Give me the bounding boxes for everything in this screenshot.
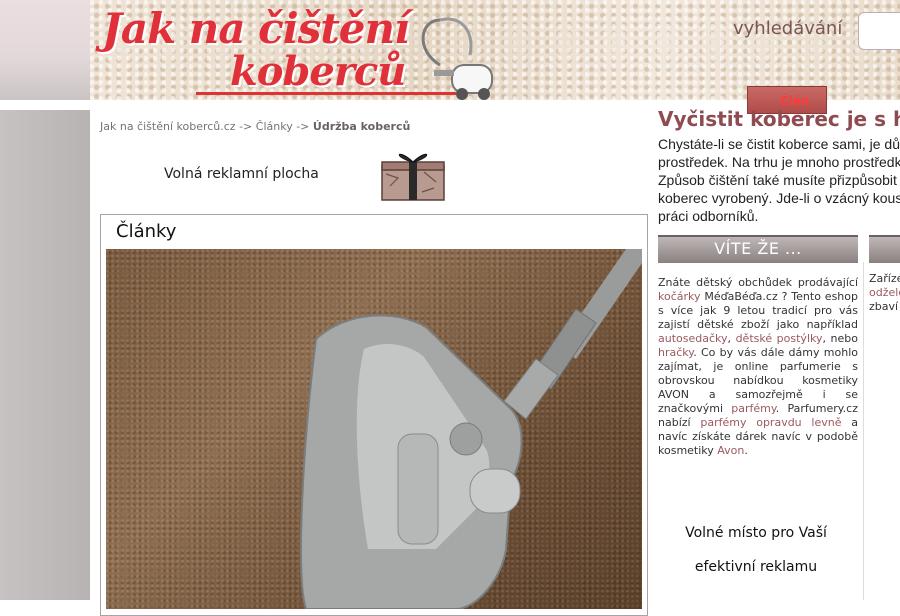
breadcrumb: Jak na čištění koberců.cz -> Články -> Ú…: [100, 120, 410, 133]
breadcrumb-current: Údržba koberců: [312, 120, 411, 133]
article-intro-text: Chystáte-li se čistit koberce sami, je d…: [658, 136, 900, 224]
vacuum-cleaner-icon: [421, 17, 493, 100]
side-box-header: [869, 235, 900, 263]
free-ad-space[interactable]: Volné místo pro Vaší efektivní reklamu: [660, 516, 852, 584]
text-segment: zbaví: [869, 300, 899, 313]
articles-panel: Články: [100, 214, 648, 616]
link-detske-postylky[interactable]: dětské postýlky: [736, 332, 823, 345]
did-you-know-header: VÍTE ŽE ...: [658, 235, 858, 263]
breadcrumb-home-link[interactable]: Jak na čištění koberců.cz: [100, 120, 236, 133]
gift-box-icon: [381, 153, 445, 201]
breadcrumb-separator: ->: [296, 120, 310, 133]
text-segment: , nebo: [822, 332, 858, 345]
text-segment: Znáte dětský obchůdek prodávající: [658, 276, 858, 289]
link-avon[interactable]: Avon: [717, 444, 744, 457]
text-segment: Zaříze: [869, 272, 900, 285]
link-hracky[interactable]: hračky: [658, 346, 693, 359]
side-box-text: Zaříze odžele zbaví: [869, 272, 900, 314]
left-gutter-top: [0, 0, 90, 100]
free-ad-line-1: Volné místo pro Vaší: [685, 525, 827, 541]
site-logo[interactable]: Jak na čištění koberců: [100, 4, 500, 100]
logo-line-1: Jak na čištění: [102, 4, 410, 53]
search-input[interactable]: [858, 12, 900, 50]
article-headline[interactable]: Vyčistit koberec je s ham: [658, 107, 900, 131]
logo-line-2: koberců: [230, 48, 406, 95]
link-parfemy[interactable]: parfémy: [731, 402, 776, 415]
link-autosedacky[interactable]: autosedačky: [658, 332, 728, 345]
vacuum-photo-icon: [300, 249, 642, 609]
link-parfemy-levne[interactable]: parfémy opravdu levně: [700, 416, 841, 429]
link-kocarky[interactable]: kočárky: [658, 290, 701, 303]
free-ad-line-2: efektivní reklamu: [694, 559, 818, 575]
articles-heading: Články: [116, 221, 177, 242]
breadcrumb-separator: ->: [239, 120, 253, 133]
breadcrumb-section-link[interactable]: Články: [256, 120, 293, 133]
search-label: vyhledávání: [733, 18, 843, 39]
site-header: Jak na čištění koberců vyhledávání: [90, 0, 900, 100]
text-segment: .: [744, 444, 748, 457]
text-segment: ,: [727, 332, 736, 345]
ad-placeholder-text[interactable]: Volná reklamní plocha: [164, 166, 319, 182]
left-gutter: [0, 110, 90, 600]
article-image-vacuum[interactable]: [106, 249, 642, 609]
column-divider: [863, 262, 864, 600]
side-box-link[interactable]: odžele: [869, 286, 900, 299]
did-you-know-text: Znáte dětský obchůdek prodávající kočárk…: [658, 276, 858, 458]
